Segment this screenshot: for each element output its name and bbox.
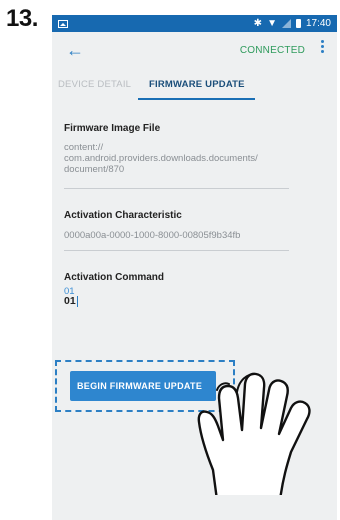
tab-indicator <box>138 98 255 100</box>
signal-icon <box>281 19 291 28</box>
bluetooth-icon: ✱ <box>253 17 263 29</box>
app-bar: ← CONNECTED <box>52 32 337 70</box>
tab-firmware-update[interactable]: FIRMWARE UPDATE <box>149 79 245 90</box>
tab-device-detail[interactable]: DEVICE DETAIL <box>58 79 131 90</box>
gallery-icon <box>58 19 68 28</box>
wifi-icon: ▼ <box>267 17 277 29</box>
activation-characteristic-label: Activation Characteristic <box>64 210 182 221</box>
battery-icon <box>295 19 301 28</box>
firmware-image-value[interactable]: content:// com.android.providers.downloa… <box>64 142 304 175</box>
divider <box>64 188 289 189</box>
activation-characteristic-value[interactable]: 0000a00a-0000-1000-8000-00805f9b34fb <box>64 230 304 241</box>
firmware-image-line: com.android.providers.downloads.document… <box>64 153 258 164</box>
overflow-menu-icon[interactable] <box>321 40 325 53</box>
status-bar: ✱ ▼ 17:40 <box>52 15 337 32</box>
arrow-left-icon[interactable]: ← <box>66 40 84 60</box>
tab-bar: DEVICE DETAIL FIRMWARE UPDATE <box>52 70 337 100</box>
activation-command-input[interactable]: 01 <box>64 295 78 307</box>
divider <box>64 250 289 251</box>
pointing-hand-icon <box>197 372 311 495</box>
firmware-image-label: Firmware Image File <box>64 123 161 134</box>
activation-command-value: 01 <box>64 295 76 307</box>
text-cursor <box>76 295 78 307</box>
status-time: 17:40 <box>305 18 331 29</box>
firmware-image-line: document/870 <box>64 164 125 175</box>
firmware-image-line: content:// <box>64 142 104 153</box>
activation-command-label: Activation Command <box>64 272 165 283</box>
connected-button[interactable]: CONNECTED <box>240 45 305 56</box>
step-number: 13. <box>6 5 38 32</box>
